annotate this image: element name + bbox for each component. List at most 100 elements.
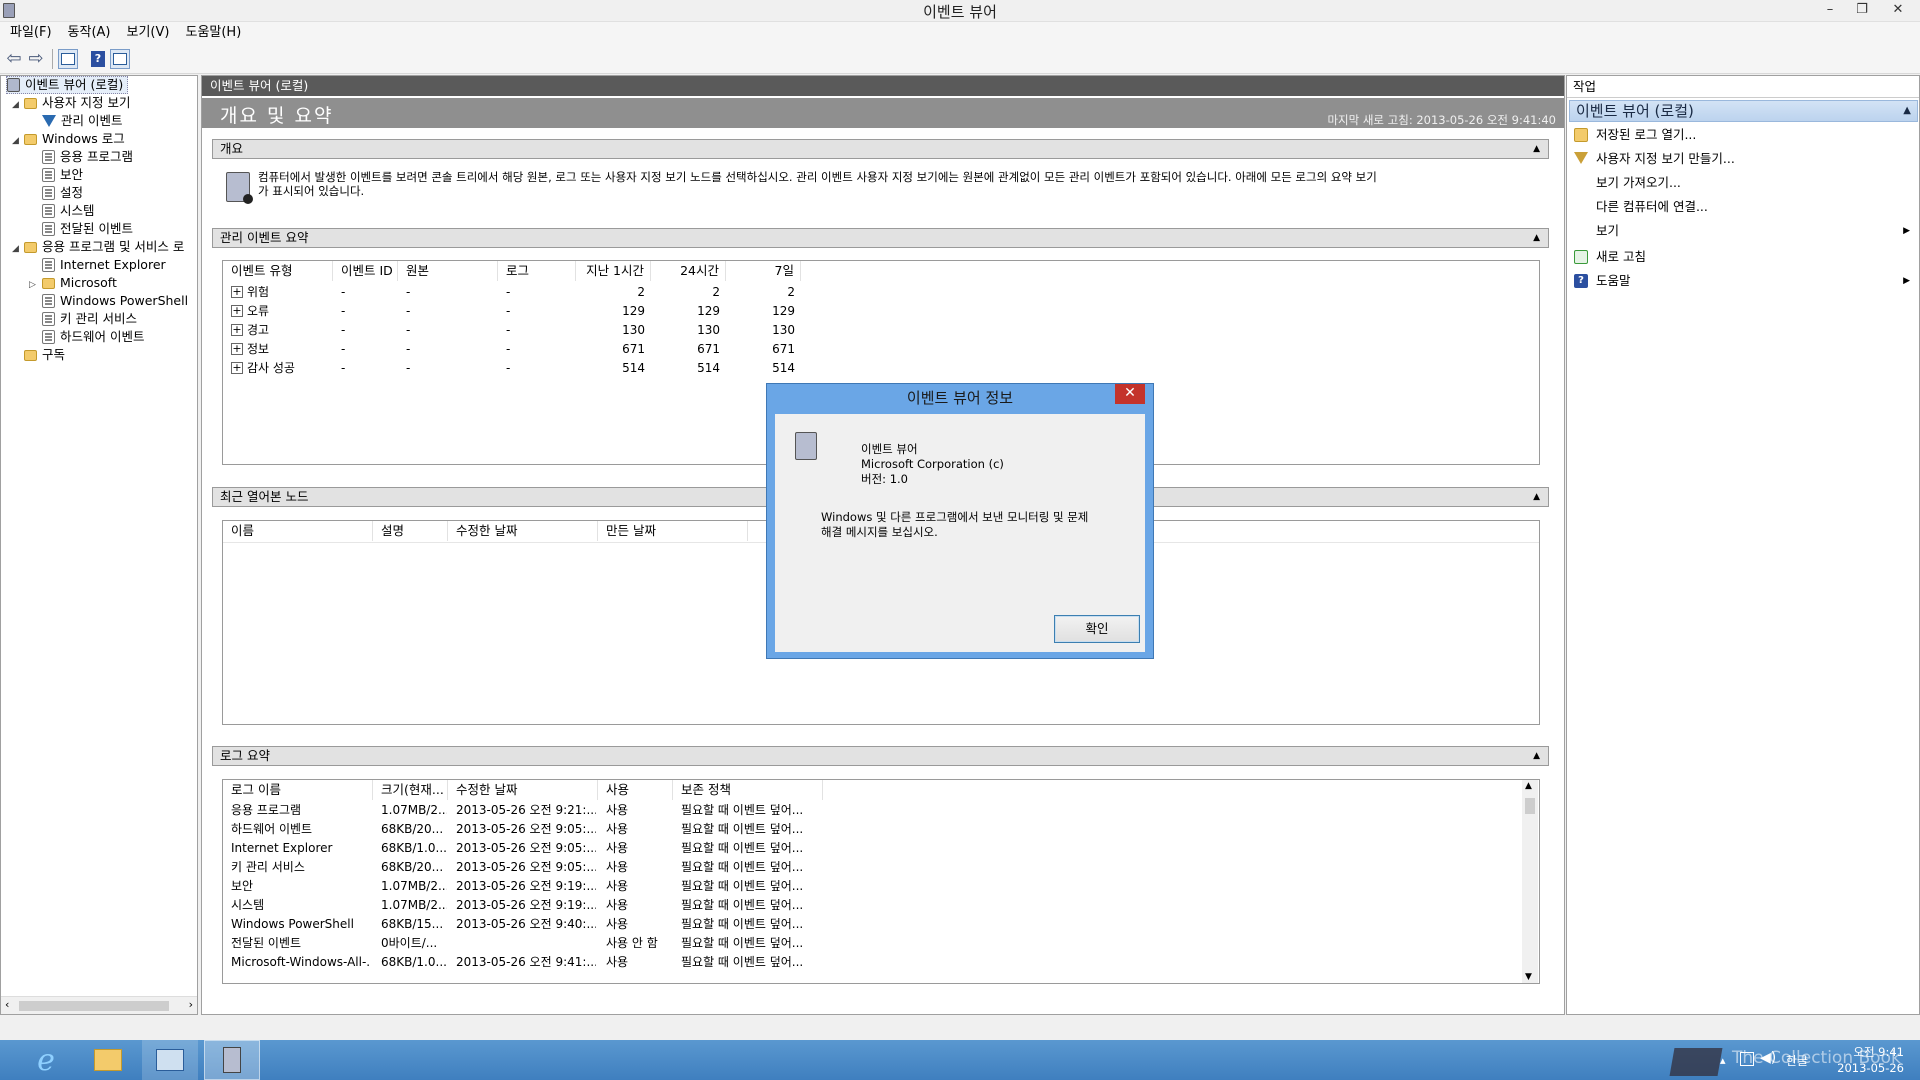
table-cell: 514 xyxy=(622,361,645,375)
expand-icon[interactable]: ▷ xyxy=(29,280,36,290)
tree-item-key-management-service[interactable]: 키 관리 서비스 xyxy=(42,310,137,328)
tree-item-event-viewer-local[interactable]: 이벤트 뷰어 (로컬) xyxy=(6,76,129,94)
action-create-custom-view[interactable]: 사용자 지정 보기 만들기... xyxy=(1570,148,1910,170)
clock-time: 오전 9:41 xyxy=(1853,1045,1904,1059)
column-header[interactable]: 설명 xyxy=(373,521,448,541)
table-cell: - xyxy=(341,285,346,299)
back-button[interactable]: ⇦ xyxy=(4,49,24,69)
scroll-right-icon[interactable]: › xyxy=(189,998,193,1011)
column-header[interactable]: 지난 1시간 xyxy=(576,261,651,281)
expand-row-icon[interactable]: + xyxy=(231,362,243,374)
tree-item-hardware-events[interactable]: 하드웨어 이벤트 xyxy=(42,328,144,346)
taskbar-clock[interactable]: 오전 9:41 2013-05-26 xyxy=(1837,1044,1904,1076)
column-header[interactable]: 사용 xyxy=(598,780,673,800)
tree-item-microsoft[interactable]: Microsoft xyxy=(42,274,117,292)
collapse-section-icon[interactable]: ▲ xyxy=(1533,488,1540,506)
tree-item-forwarded-events[interactable]: 전달된 이벤트 xyxy=(42,220,133,238)
column-header[interactable]: 7일 xyxy=(726,261,801,281)
tree-item-custom-views[interactable]: 사용자 지정 보기 xyxy=(24,94,130,112)
column-header[interactable]: 이름 xyxy=(223,521,373,541)
collapse-icon[interactable]: ◢ xyxy=(12,244,19,254)
log-summary-vertical-scrollbar[interactable]: ▲ ▼ xyxy=(1522,780,1538,983)
menu-action[interactable]: 동작(A) xyxy=(60,22,119,44)
column-header[interactable]: 이벤트 ID xyxy=(333,261,398,281)
scrollbar-thumb[interactable] xyxy=(19,1001,169,1011)
tree-item-windows-logs[interactable]: Windows 로그 xyxy=(24,130,125,148)
collapse-section-icon[interactable]: ▲ xyxy=(1533,140,1540,158)
action-connect-to-another-computer[interactable]: 다른 컴퓨터에 연결... xyxy=(1570,196,1910,218)
column-header[interactable]: 수정한 날짜 xyxy=(448,780,598,800)
show-hide-action-pane-button[interactable] xyxy=(110,49,130,69)
admin-summary-section-header[interactable]: 관리 이벤트 요약 ▲ xyxy=(212,228,1549,248)
network-icon[interactable] xyxy=(1740,1052,1754,1066)
collapse-section-icon[interactable]: ▲ xyxy=(1533,747,1540,765)
column-header[interactable]: 24시간 xyxy=(651,261,726,281)
tree-item-application[interactable]: 응용 프로그램 xyxy=(42,148,133,166)
collapse-icon[interactable]: ◢ xyxy=(12,100,19,110)
tree-item-subscriptions[interactable]: 구독 xyxy=(24,346,65,364)
action-import-custom-view[interactable]: 보기 가져오기... xyxy=(1570,172,1910,194)
dialog-close-button[interactable]: ✕ xyxy=(1115,384,1145,404)
log-summary-section-header[interactable]: 로그 요약 ▲ xyxy=(212,746,1549,766)
tree-item-system[interactable]: 시스템 xyxy=(42,202,95,220)
scroll-down-icon[interactable]: ▼ xyxy=(1525,972,1532,982)
restore-button[interactable]: ❐ xyxy=(1848,0,1876,20)
column-header[interactable]: 로그 xyxy=(498,261,576,281)
minimize-button[interactable]: – xyxy=(1816,0,1844,20)
volume-icon[interactable]: ◀) xyxy=(1760,1050,1776,1066)
table-cell: - xyxy=(406,304,411,318)
toolbar-separator xyxy=(52,49,53,69)
tree-horizontal-scrollbar[interactable]: ‹ › xyxy=(1,996,197,1014)
column-header[interactable]: 보존 정책 xyxy=(673,780,823,800)
menu-help[interactable]: 도움말(H) xyxy=(177,22,249,44)
column-header[interactable]: 만든 날짜 xyxy=(598,521,748,541)
log-icon xyxy=(42,186,55,200)
column-header[interactable]: 로그 이름 xyxy=(223,780,373,800)
tray-overflow-icon[interactable]: ▴ xyxy=(1720,1054,1726,1067)
taskbar-file-explorer[interactable] xyxy=(80,1040,136,1080)
overview-section-header[interactable]: 개요 ▲ xyxy=(212,139,1549,159)
help-button[interactable]: ? xyxy=(88,49,108,69)
tree-item-internet-explorer[interactable]: Internet Explorer xyxy=(42,256,166,274)
taskbar-server-manager[interactable] xyxy=(142,1040,198,1080)
table-cell: 68KB/20... xyxy=(381,860,444,874)
table-cell: 2013-05-26 오전 9:40:... xyxy=(456,917,596,931)
actions-selected-node[interactable]: 이벤트 뷰어 (로컬) ▲ xyxy=(1569,100,1918,122)
tree-item-setup[interactable]: 설정 xyxy=(42,184,83,202)
show-hide-console-tree-button[interactable] xyxy=(58,49,78,69)
scroll-left-icon[interactable]: ‹ xyxy=(5,998,9,1011)
column-header[interactable]: 원본 xyxy=(398,261,498,281)
table-cell: - xyxy=(341,361,346,375)
collapse-icon[interactable]: ▲ xyxy=(1903,101,1911,121)
ok-button[interactable]: 확인 xyxy=(1054,615,1140,643)
expand-row-icon[interactable]: + xyxy=(231,343,243,355)
ime-indicator[interactable]: 한글 xyxy=(1786,1052,1808,1069)
close-window-button[interactable]: ✕ xyxy=(1884,0,1912,20)
action-help[interactable]: ? 도움말 ▶ xyxy=(1570,270,1910,292)
scrollbar-thumb[interactable] xyxy=(1525,798,1535,814)
help-icon: ? xyxy=(91,51,105,67)
column-header[interactable]: 수정한 날짜 xyxy=(448,521,598,541)
tree-item-windows-powershell[interactable]: Windows PowerShell xyxy=(42,292,188,310)
action-open-saved-log[interactable]: 저장된 로그 열기... xyxy=(1570,124,1910,146)
expand-row-icon[interactable]: + xyxy=(231,286,243,298)
collapse-icon[interactable]: ◢ xyxy=(12,136,19,146)
menu-view[interactable]: 보기(V) xyxy=(119,22,178,44)
action-refresh[interactable]: 새로 고침 xyxy=(1570,246,1910,268)
taskbar-event-viewer[interactable] xyxy=(204,1040,260,1080)
collapse-section-icon[interactable]: ▲ xyxy=(1533,229,1540,247)
action-view[interactable]: 보기 ▶ xyxy=(1570,220,1910,242)
expand-row-icon[interactable]: + xyxy=(231,324,243,336)
tree-item-security[interactable]: 보안 xyxy=(42,166,83,184)
scroll-up-icon[interactable]: ▲ xyxy=(1525,781,1532,791)
menu-file[interactable]: 파일(F) xyxy=(2,22,60,44)
tree-item-admin-events[interactable]: 관리 이벤트 xyxy=(42,112,122,130)
column-header[interactable]: 이벤트 유형 xyxy=(223,261,333,281)
taskbar-internet-explorer[interactable]: e xyxy=(18,1040,74,1080)
tree-item-apps-and-services-logs[interactable]: 응용 프로그램 및 서비스 로 xyxy=(24,238,184,256)
folder-icon xyxy=(24,97,37,109)
forward-button[interactable]: ⇨ xyxy=(26,49,46,69)
event-viewer-icon xyxy=(226,172,253,204)
column-header[interactable]: 크기(현재... xyxy=(373,780,448,800)
expand-row-icon[interactable]: + xyxy=(231,305,243,317)
